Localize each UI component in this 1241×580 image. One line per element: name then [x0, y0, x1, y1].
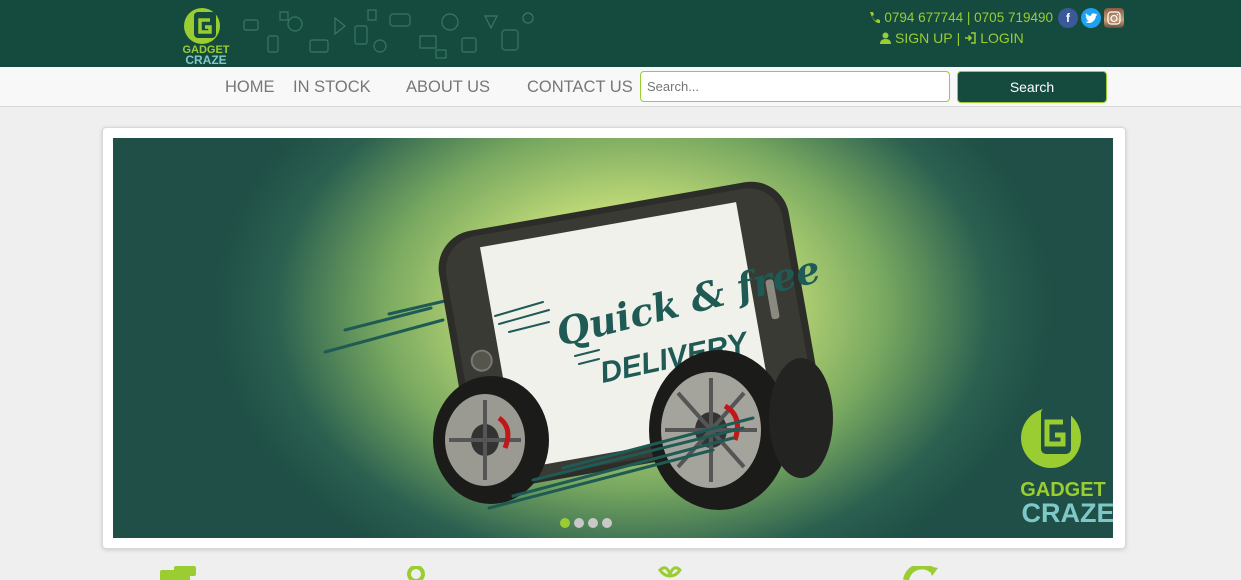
gift-icon — [658, 566, 682, 579]
login-link[interactable]: LOGIN — [980, 30, 1024, 46]
slider-dot-4[interactable] — [602, 518, 612, 528]
slider-dot-2[interactable] — [574, 518, 584, 528]
contact-phone: 0794 677744 | 0705 719490 — [868, 10, 1053, 25]
slider-dot-1[interactable] — [560, 518, 570, 528]
instagram-icon[interactable] — [1104, 8, 1124, 28]
auth-links: SIGN UP | LOGIN — [880, 30, 1024, 46]
search-button[interactable]: Search — [957, 71, 1107, 103]
user-icon — [880, 32, 891, 44]
twitter-icon[interactable] — [1081, 8, 1101, 28]
gadget-doodles-decoration — [243, 9, 534, 59]
location-icon — [407, 566, 425, 580]
top-header: GADGET CRAZE 0794 677744 | 0705 719490 f… — [0, 0, 1241, 67]
slide-brand-line2: CRAZE — [1022, 498, 1114, 528]
nav-in-stock[interactable]: IN STOCK — [293, 78, 371, 97]
search-input[interactable] — [640, 71, 950, 102]
slider-pagination — [560, 518, 612, 528]
slide-brand-logo: GADGET CRAZE — [1020, 408, 1113, 528]
nav-about-us[interactable]: ABOUT US — [406, 78, 490, 97]
gadget-craze-logo[interactable]: GADGET CRAZE — [180, 6, 232, 66]
signup-link[interactable]: SIGN UP — [895, 30, 953, 46]
auth-separator: | — [956, 30, 961, 46]
slider-dot-3[interactable] — [588, 518, 598, 528]
nav-contact-us[interactable]: CONTACT US — [527, 78, 633, 97]
hero-slide-delivery[interactable]: Quick & free DELIVERY GADGET CRAZE — [113, 138, 1113, 538]
delivery-phone-illustration: Quick & free DELIVERY GADGET CRAZE — [323, 181, 1113, 528]
hero-slider: Quick & free DELIVERY GADGET CRAZE — [102, 127, 1126, 549]
login-icon — [965, 32, 976, 44]
main-navigation: HOME IN STOCK ABOUT US CONTACT US Search — [0, 67, 1241, 107]
nav-home[interactable]: HOME — [225, 78, 275, 97]
social-links: f — [1058, 8, 1124, 28]
phone-numbers: 0794 677744 | 0705 719490 — [884, 10, 1053, 25]
refresh-icon — [903, 566, 938, 580]
phone-icon — [870, 11, 881, 23]
truck-icon — [160, 566, 196, 580]
logo-text-line2: CRAZE — [185, 53, 226, 66]
facebook-icon[interactable]: f — [1058, 8, 1078, 28]
